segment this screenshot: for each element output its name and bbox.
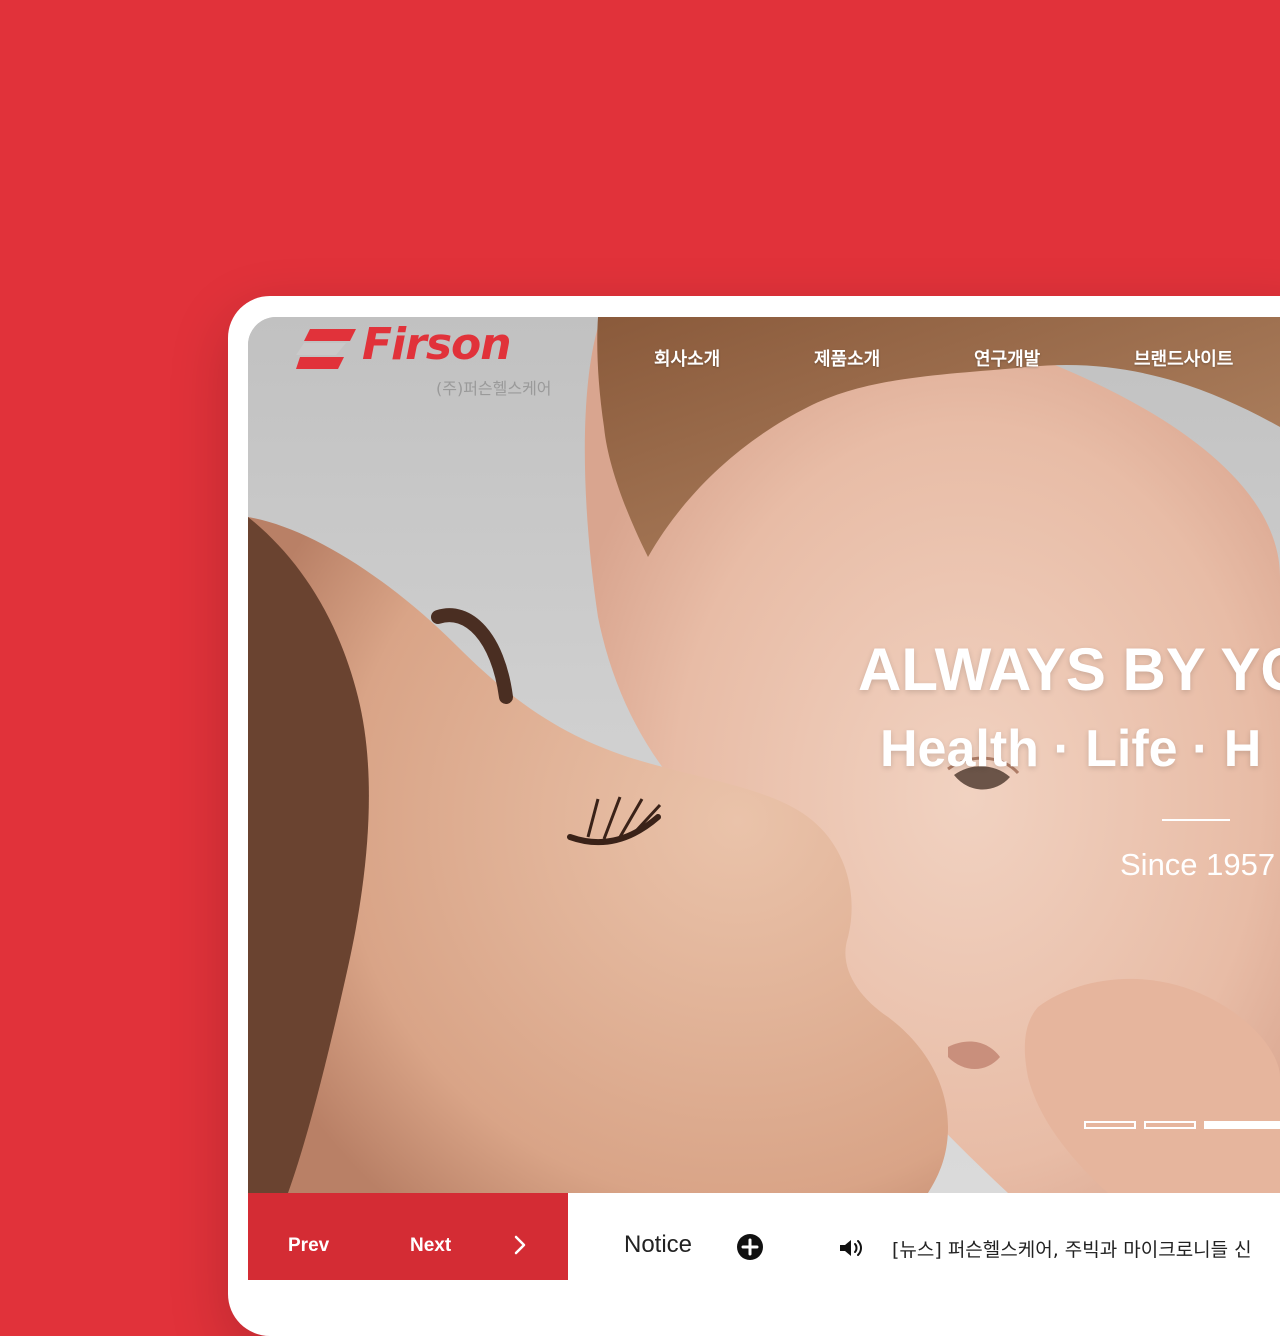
chevron-right-icon[interactable] xyxy=(510,1233,530,1257)
nav-item-brand-sites[interactable]: 브랜드사이트 xyxy=(1134,345,1233,371)
hero-headline: ALWAYS BY YO xyxy=(858,636,1280,703)
nav-item-company[interactable]: 회사소개 xyxy=(654,345,720,371)
hero-since: Since 1957 xyxy=(1120,847,1276,882)
hero-subline: Health · Life · H xyxy=(880,720,1262,778)
main-nav: 회사소개 제품소개 연구개발 브랜드사이트 xyxy=(248,345,1280,375)
nav-item-research[interactable]: 연구개발 xyxy=(974,345,1040,371)
bottom-bar: Prev Next Notice [뉴스] 퍼슨헬스케어, 주빅과 마이크로니들… xyxy=(248,1193,1280,1280)
plus-circle-icon[interactable] xyxy=(736,1233,764,1261)
hero-banner: Firson (주)퍼슨헬스케어 회사소개 제품소개 연구개발 브랜드사이트 A… xyxy=(248,317,1280,1193)
notice-label: Notice xyxy=(624,1231,693,1258)
speaker-icon xyxy=(840,1240,862,1256)
next-button[interactable]: Next xyxy=(410,1235,451,1257)
slide-indicators xyxy=(1084,1121,1280,1129)
slide-indicator-3[interactable] xyxy=(1204,1121,1280,1129)
website-screen: Firson (주)퍼슨헬스케어 회사소개 제품소개 연구개발 브랜드사이트 A… xyxy=(248,317,1280,1280)
slider-controls: Prev Next xyxy=(248,1193,568,1280)
slide-indicator-1[interactable] xyxy=(1084,1121,1136,1129)
prev-button[interactable]: Prev xyxy=(288,1235,329,1257)
news-ticker-item[interactable]: [뉴스] 퍼슨헬스케어, 주빅과 마이크로니들 신 xyxy=(892,1235,1252,1262)
slide-indicator-2[interactable] xyxy=(1144,1121,1196,1129)
nav-item-products[interactable]: 제품소개 xyxy=(814,345,880,371)
hero-divider xyxy=(1162,819,1230,821)
brand-subtitle: (주)퍼슨헬스케어 xyxy=(436,379,552,398)
